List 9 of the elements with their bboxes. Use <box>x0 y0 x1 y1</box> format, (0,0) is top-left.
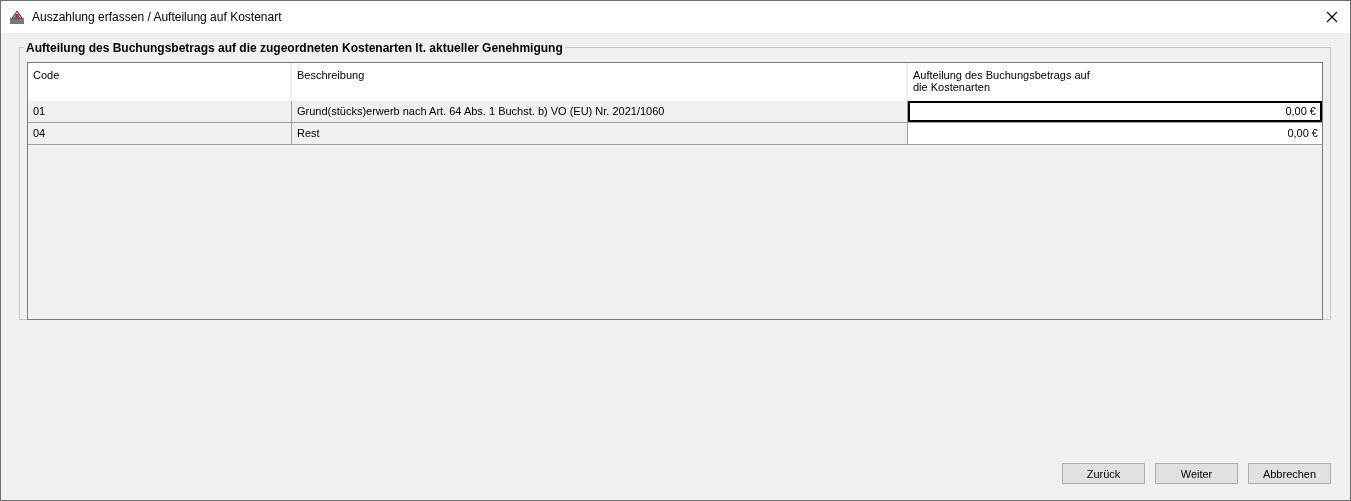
amount-input-field[interactable]: 0,00 € <box>908 101 1322 122</box>
group-title: Aufteilung des Buchungsbetrags auf die zugeordneten Kostenarten lt. aktueller Genehmigung <box>24 41 565 55</box>
dialog-button[interactable]: Weiter <box>1155 463 1238 484</box>
dialog-button[interactable]: Abbrechen <box>1248 463 1331 484</box>
window-title: Auszahlung erfassen / Aufteilung auf Kostenart <box>32 10 283 24</box>
table-cell: 0,00 € <box>908 123 1322 144</box>
close-icon[interactable] <box>1326 11 1338 23</box>
dialog-button[interactable]: Zurück <box>1062 463 1145 484</box>
app-icon <box>9 9 25 25</box>
